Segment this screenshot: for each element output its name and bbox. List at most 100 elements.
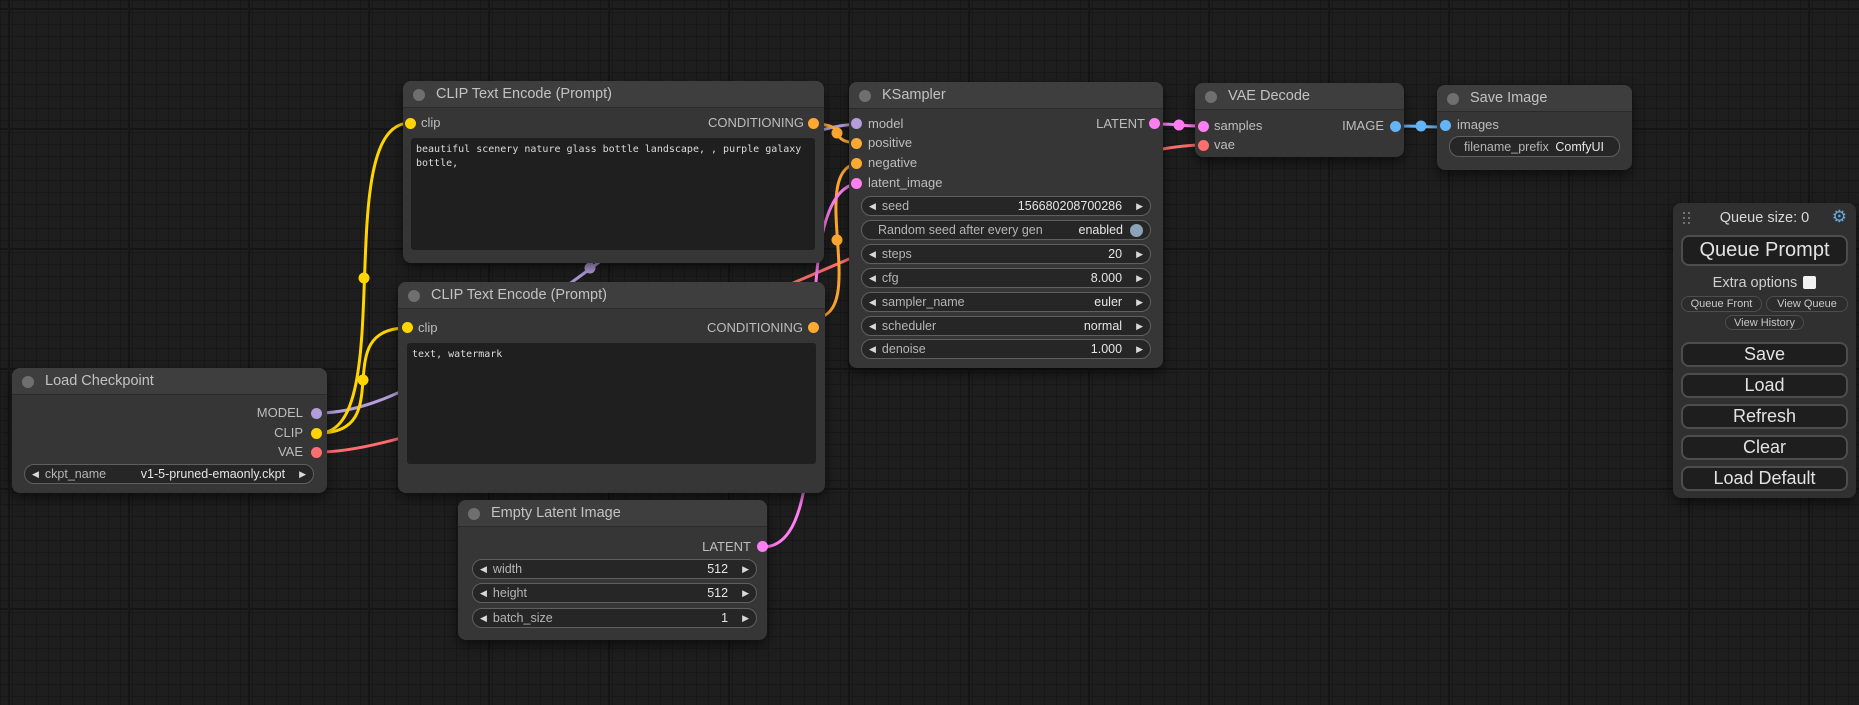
node-ksampler[interactable]: KSampler model positive negative latent_… bbox=[849, 82, 1163, 368]
prompt-text-area[interactable]: text, watermark bbox=[407, 343, 816, 464]
next-arrow-icon[interactable]: ▶ bbox=[299, 464, 306, 484]
prev-arrow-icon[interactable]: ◀ bbox=[869, 339, 876, 359]
output-label-latent: LATENT bbox=[1096, 116, 1145, 132]
queue-prompt-button[interactable]: Queue Prompt bbox=[1681, 235, 1848, 266]
prev-arrow-icon[interactable]: ◀ bbox=[869, 292, 876, 312]
prev-arrow-icon[interactable]: ◀ bbox=[869, 316, 876, 336]
input-slot-negative[interactable] bbox=[851, 158, 862, 169]
input-slot-clip[interactable] bbox=[405, 118, 416, 129]
input-slot-images[interactable] bbox=[1440, 120, 1451, 131]
output-slot-clip[interactable] bbox=[311, 428, 322, 439]
node-empty-latent-image[interactable]: Empty Latent Image LATENT ◀ width 512 ▶ … bbox=[458, 500, 767, 640]
output-slot-vae[interactable] bbox=[311, 447, 322, 458]
next-arrow-icon[interactable]: ▶ bbox=[1136, 339, 1143, 359]
load-default-button[interactable]: Load Default bbox=[1681, 466, 1848, 491]
output-slot-conditioning[interactable] bbox=[808, 118, 819, 129]
save-button[interactable]: Save bbox=[1681, 342, 1848, 367]
widget-label: scheduler bbox=[882, 319, 936, 333]
extra-options-checkbox[interactable] bbox=[1803, 276, 1816, 289]
input-label-clip: clip bbox=[418, 320, 438, 336]
next-arrow-icon[interactable]: ▶ bbox=[1136, 292, 1143, 312]
input-slot-samples[interactable] bbox=[1198, 121, 1209, 132]
widget-steps[interactable]: ◀ steps 20 ▶ bbox=[861, 244, 1151, 264]
node-title-bar[interactable]: Empty Latent Image bbox=[458, 500, 767, 527]
next-arrow-icon[interactable]: ▶ bbox=[1136, 268, 1143, 288]
node-load-checkpoint[interactable]: Load Checkpoint MODEL CLIP VAE ◀ ckpt_na… bbox=[12, 368, 327, 493]
output-slot-conditioning[interactable] bbox=[808, 322, 819, 333]
view-history-button[interactable]: View History bbox=[1725, 315, 1804, 330]
prev-arrow-icon[interactable]: ◀ bbox=[869, 196, 876, 216]
prev-arrow-icon[interactable]: ◀ bbox=[480, 583, 487, 603]
widget-filename-prefix[interactable]: filename_prefix ComfyUI bbox=[1449, 136, 1620, 157]
node-title-bar[interactable]: Load Checkpoint bbox=[12, 368, 327, 395]
widget-value: 1 bbox=[721, 611, 742, 625]
prev-arrow-icon[interactable]: ◀ bbox=[869, 244, 876, 264]
next-arrow-icon[interactable]: ▶ bbox=[1136, 196, 1143, 216]
widget-batch-size[interactable]: ◀ batch_size 1 ▶ bbox=[472, 608, 757, 628]
widget-denoise[interactable]: ◀ denoise 1.000 ▶ bbox=[861, 339, 1151, 359]
input-label-images: images bbox=[1457, 117, 1499, 133]
next-arrow-icon[interactable]: ▶ bbox=[742, 608, 749, 628]
node-title: Load Checkpoint bbox=[45, 373, 154, 389]
collapse-dot-icon[interactable] bbox=[22, 376, 34, 388]
widget-height[interactable]: ◀ height 512 ▶ bbox=[472, 583, 757, 603]
prev-arrow-icon[interactable]: ◀ bbox=[480, 559, 487, 579]
prompt-text-area[interactable]: beautiful scenery nature glass bottle la… bbox=[411, 138, 815, 250]
prev-arrow-icon[interactable]: ◀ bbox=[480, 608, 487, 628]
view-queue-button[interactable]: View Queue bbox=[1766, 296, 1848, 312]
refresh-button[interactable]: Refresh bbox=[1681, 404, 1848, 429]
queue-panel[interactable]: Queue size: 0 ⚙ Queue Prompt Extra optio… bbox=[1673, 203, 1856, 498]
collapse-dot-icon[interactable] bbox=[468, 508, 480, 520]
prev-arrow-icon[interactable]: ◀ bbox=[32, 464, 39, 484]
output-slot-latent[interactable] bbox=[1149, 118, 1160, 129]
node-title-bar[interactable]: KSampler bbox=[849, 82, 1163, 109]
collapse-dot-icon[interactable] bbox=[859, 90, 871, 102]
node-title-bar[interactable]: Save Image bbox=[1437, 85, 1632, 112]
widget-scheduler[interactable]: ◀ scheduler normal ▶ bbox=[861, 316, 1151, 336]
input-slot-latent-image[interactable] bbox=[851, 178, 862, 189]
output-slot-model[interactable] bbox=[311, 408, 322, 419]
node-clip-text-encode-positive[interactable]: CLIP Text Encode (Prompt) clip CONDITION… bbox=[403, 81, 824, 263]
input-slot-positive[interactable] bbox=[851, 138, 862, 149]
next-arrow-icon[interactable]: ▶ bbox=[1136, 244, 1143, 264]
node-title-bar[interactable]: CLIP Text Encode (Prompt) bbox=[403, 81, 824, 108]
node-title-bar[interactable]: VAE Decode bbox=[1195, 83, 1404, 110]
widget-cfg[interactable]: ◀ cfg 8.000 ▶ bbox=[861, 268, 1151, 288]
next-arrow-icon[interactable]: ▶ bbox=[1136, 316, 1143, 336]
node-clip-text-encode-negative[interactable]: CLIP Text Encode (Prompt) clip CONDITION… bbox=[398, 282, 825, 493]
node-save-image[interactable]: Save Image images filename_prefix ComfyU… bbox=[1437, 85, 1632, 170]
input-slot-model[interactable] bbox=[851, 118, 862, 129]
node-title: CLIP Text Encode (Prompt) bbox=[436, 86, 612, 102]
output-label-conditioning: CONDITIONING bbox=[707, 320, 803, 336]
output-slot-latent[interactable] bbox=[757, 541, 768, 552]
toggle-dot-icon[interactable] bbox=[1130, 224, 1143, 237]
clear-button[interactable]: Clear bbox=[1681, 435, 1848, 460]
widget-label: Random seed after every gen bbox=[878, 223, 1043, 237]
input-slot-clip[interactable] bbox=[402, 322, 413, 333]
graph-canvas[interactable]: Load Checkpoint MODEL CLIP VAE ◀ ckpt_na… bbox=[0, 0, 1859, 705]
next-arrow-icon[interactable]: ▶ bbox=[742, 583, 749, 603]
next-arrow-icon[interactable]: ▶ bbox=[742, 559, 749, 579]
widget-random-seed[interactable]: Random seed after every gen enabled bbox=[861, 220, 1151, 240]
widget-label: batch_size bbox=[493, 611, 553, 625]
output-label-conditioning: CONDITIONING bbox=[708, 115, 804, 131]
prev-arrow-icon[interactable]: ◀ bbox=[869, 268, 876, 288]
settings-gear-icon[interactable]: ⚙ bbox=[1832, 207, 1847, 227]
collapse-dot-icon[interactable] bbox=[408, 290, 420, 302]
widget-seed[interactable]: ◀ seed 156680208700286 ▶ bbox=[861, 196, 1151, 216]
output-label-model: MODEL bbox=[257, 405, 303, 421]
load-button[interactable]: Load bbox=[1681, 373, 1848, 398]
widget-ckpt-name[interactable]: ◀ ckpt_name v1-5-pruned-emaonly.ckpt ▶ bbox=[24, 464, 314, 484]
collapse-dot-icon[interactable] bbox=[413, 89, 425, 101]
collapse-dot-icon[interactable] bbox=[1447, 93, 1459, 105]
widget-label: seed bbox=[882, 199, 909, 213]
collapse-dot-icon[interactable] bbox=[1205, 91, 1217, 103]
node-title-bar[interactable]: CLIP Text Encode (Prompt) bbox=[398, 282, 825, 309]
output-slot-image[interactable] bbox=[1390, 121, 1401, 132]
widget-value: euler bbox=[1094, 295, 1136, 309]
node-vae-decode[interactable]: VAE Decode samples vae IMAGE bbox=[1195, 83, 1404, 157]
queue-front-button[interactable]: Queue Front bbox=[1681, 296, 1762, 312]
input-slot-vae[interactable] bbox=[1198, 140, 1209, 151]
widget-width[interactable]: ◀ width 512 ▶ bbox=[472, 559, 757, 579]
widget-sampler-name[interactable]: ◀ sampler_name euler ▶ bbox=[861, 292, 1151, 312]
